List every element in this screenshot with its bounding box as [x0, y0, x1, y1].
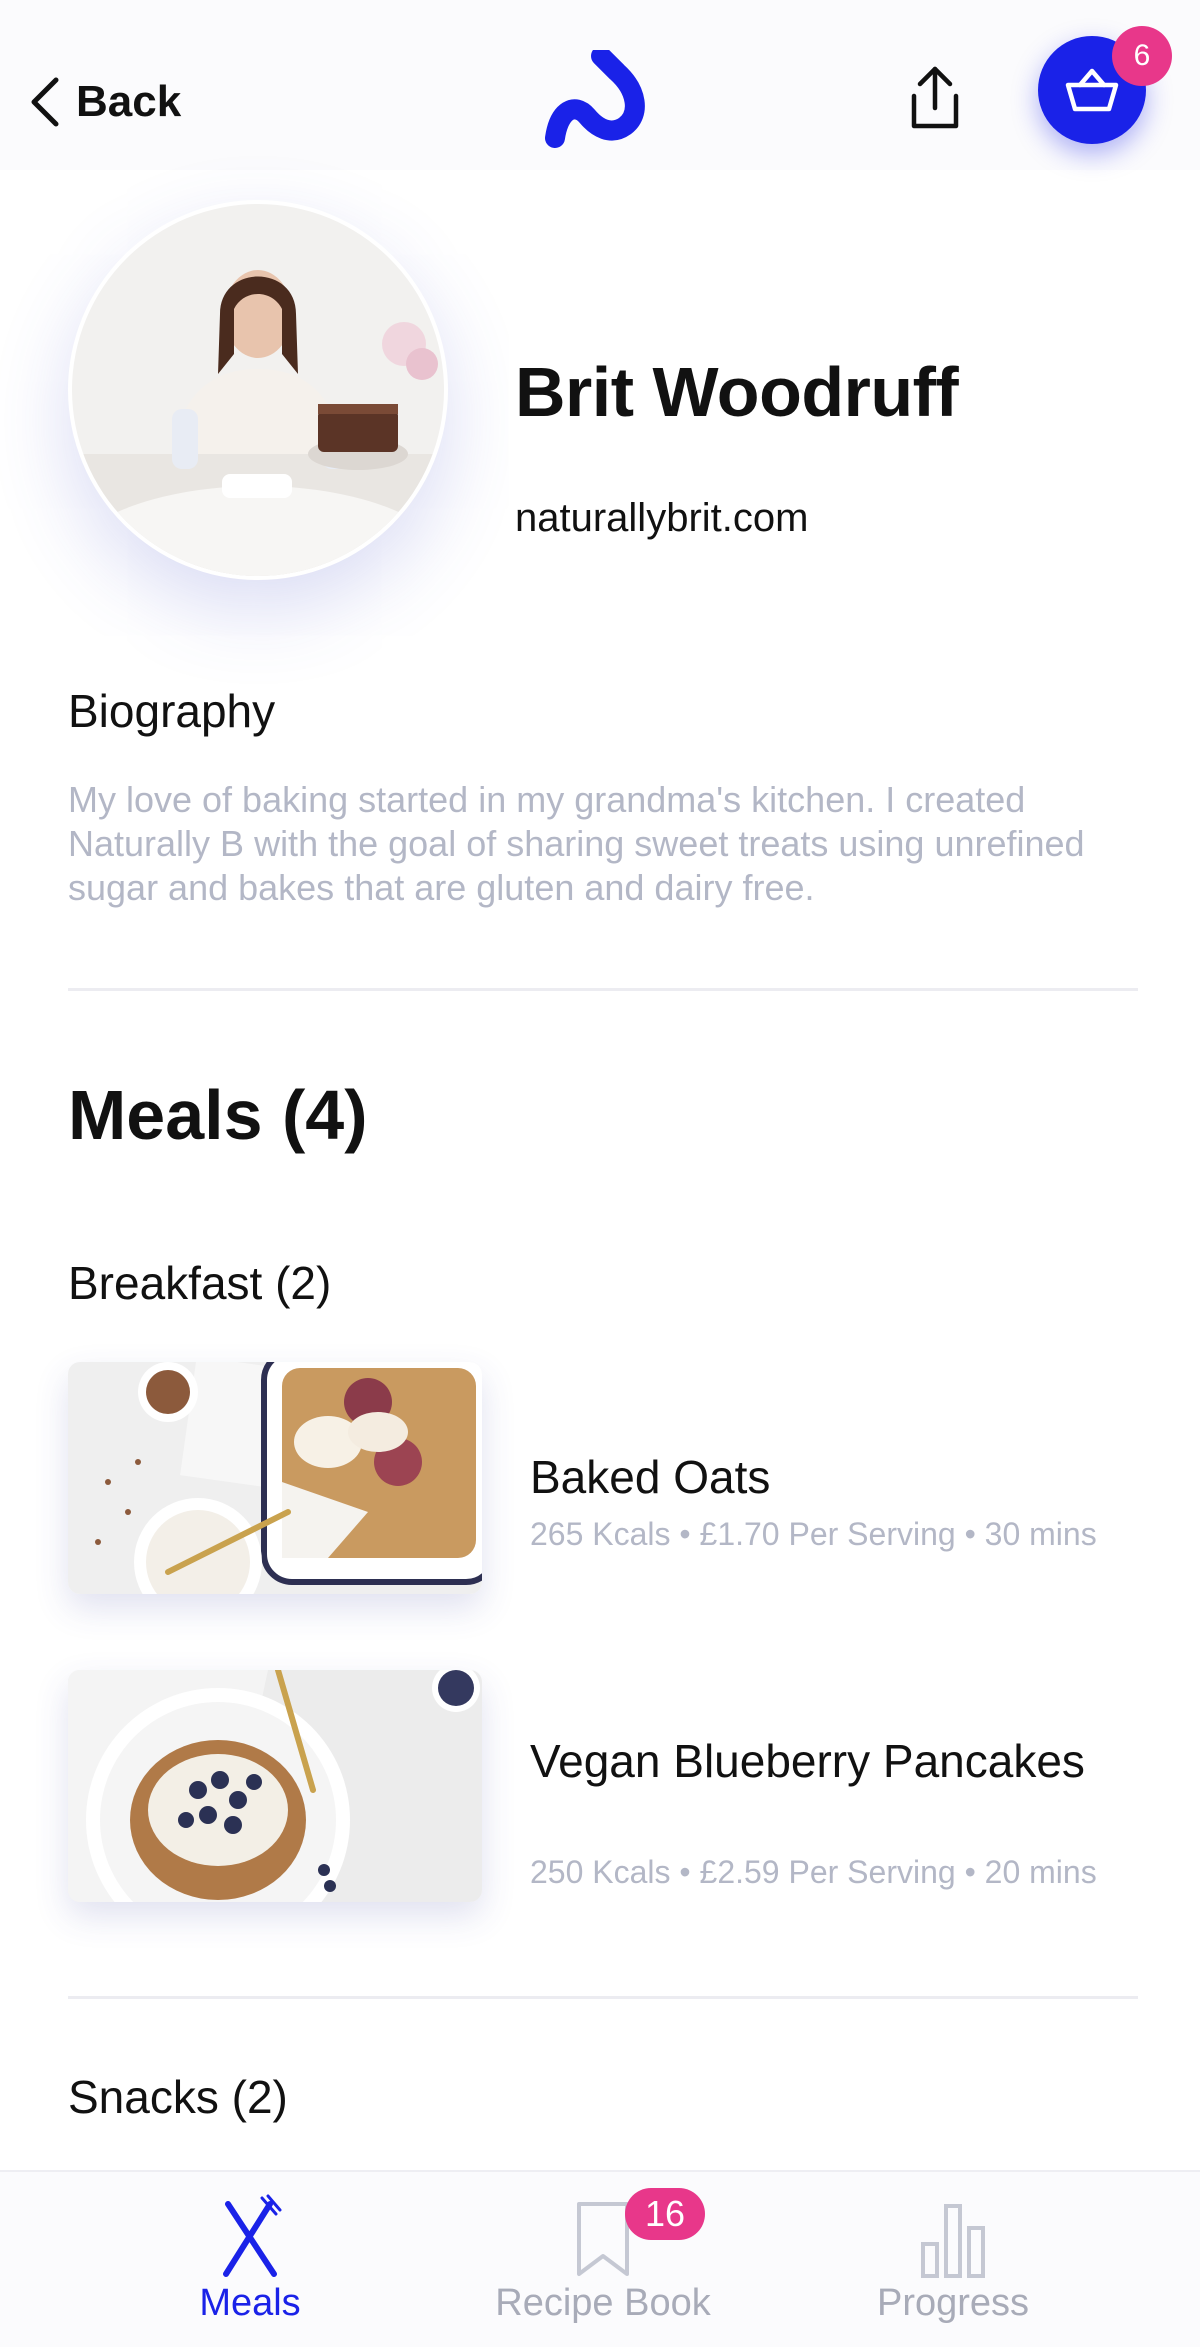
bar-chart-icon	[921, 2204, 985, 2278]
section-heading-snacks: Snacks (2)	[68, 2071, 288, 2123]
divider	[68, 988, 1138, 991]
share-icon	[911, 66, 959, 129]
basket-count-badge: 6	[1112, 26, 1172, 86]
website-link[interactable]: naturallybrit.com	[515, 496, 808, 541]
meal-item[interactable]: Vegan Blueberry Pancakes 250 Kcals • £2.…	[68, 1670, 1168, 1906]
divider	[68, 1996, 1138, 1999]
baked-oats-photo	[68, 1362, 482, 1594]
basket-icon	[1065, 68, 1119, 112]
meal-meta: 265 Kcals • £1.70 Per Serving • 30 mins	[530, 1516, 1097, 1552]
avatar	[72, 204, 444, 576]
profile-photo	[72, 204, 444, 576]
share-button[interactable]	[900, 60, 970, 135]
brand-logo-icon	[545, 50, 645, 148]
recipe-book-count-badge: 16	[625, 2188, 705, 2240]
meal-item[interactable]: Baked Oats 265 Kcals • £1.70 Per Serving…	[68, 1362, 1168, 1598]
tab-label: Meals	[199, 2282, 301, 2324]
tab-label: Recipe Book	[495, 2282, 711, 2324]
vegan-blueberry-pancakes-photo	[68, 1670, 482, 1902]
tab-meals[interactable]: Meals	[100, 2172, 400, 2347]
section-heading-breakfast: Breakfast (2)	[68, 1257, 332, 1309]
bottom-tab-bar: Meals 16 Recipe Book Progress	[0, 2170, 1200, 2347]
meals-heading: Meals (4)	[68, 1076, 368, 1154]
meal-meta: 250 Kcals • £2.59 Per Serving • 20 mins	[530, 1854, 1097, 1890]
chevron-left-icon	[31, 77, 59, 127]
meal-thumbnail	[68, 1670, 482, 1902]
meal-thumbnail	[68, 1362, 482, 1594]
tab-label: Progress	[876, 2282, 1030, 2324]
back-button[interactable]: Back	[28, 72, 181, 132]
biography-heading: Biography	[68, 685, 276, 737]
top-nav-bar: Back 6	[0, 0, 1200, 170]
meal-title: Baked Oats	[530, 1451, 771, 1503]
meal-title: Vegan Blueberry Pancakes	[530, 1735, 1085, 1787]
tab-recipe-book[interactable]: 16 Recipe Book	[453, 2172, 753, 2347]
back-label: Back	[76, 77, 182, 126]
biography-text: My love of baking started in my grandma'…	[68, 779, 1085, 908]
tab-progress[interactable]: Progress	[803, 2172, 1103, 2347]
profile-name: Brit Woodruff	[515, 353, 959, 431]
fork-knife-icon	[223, 2194, 282, 2277]
